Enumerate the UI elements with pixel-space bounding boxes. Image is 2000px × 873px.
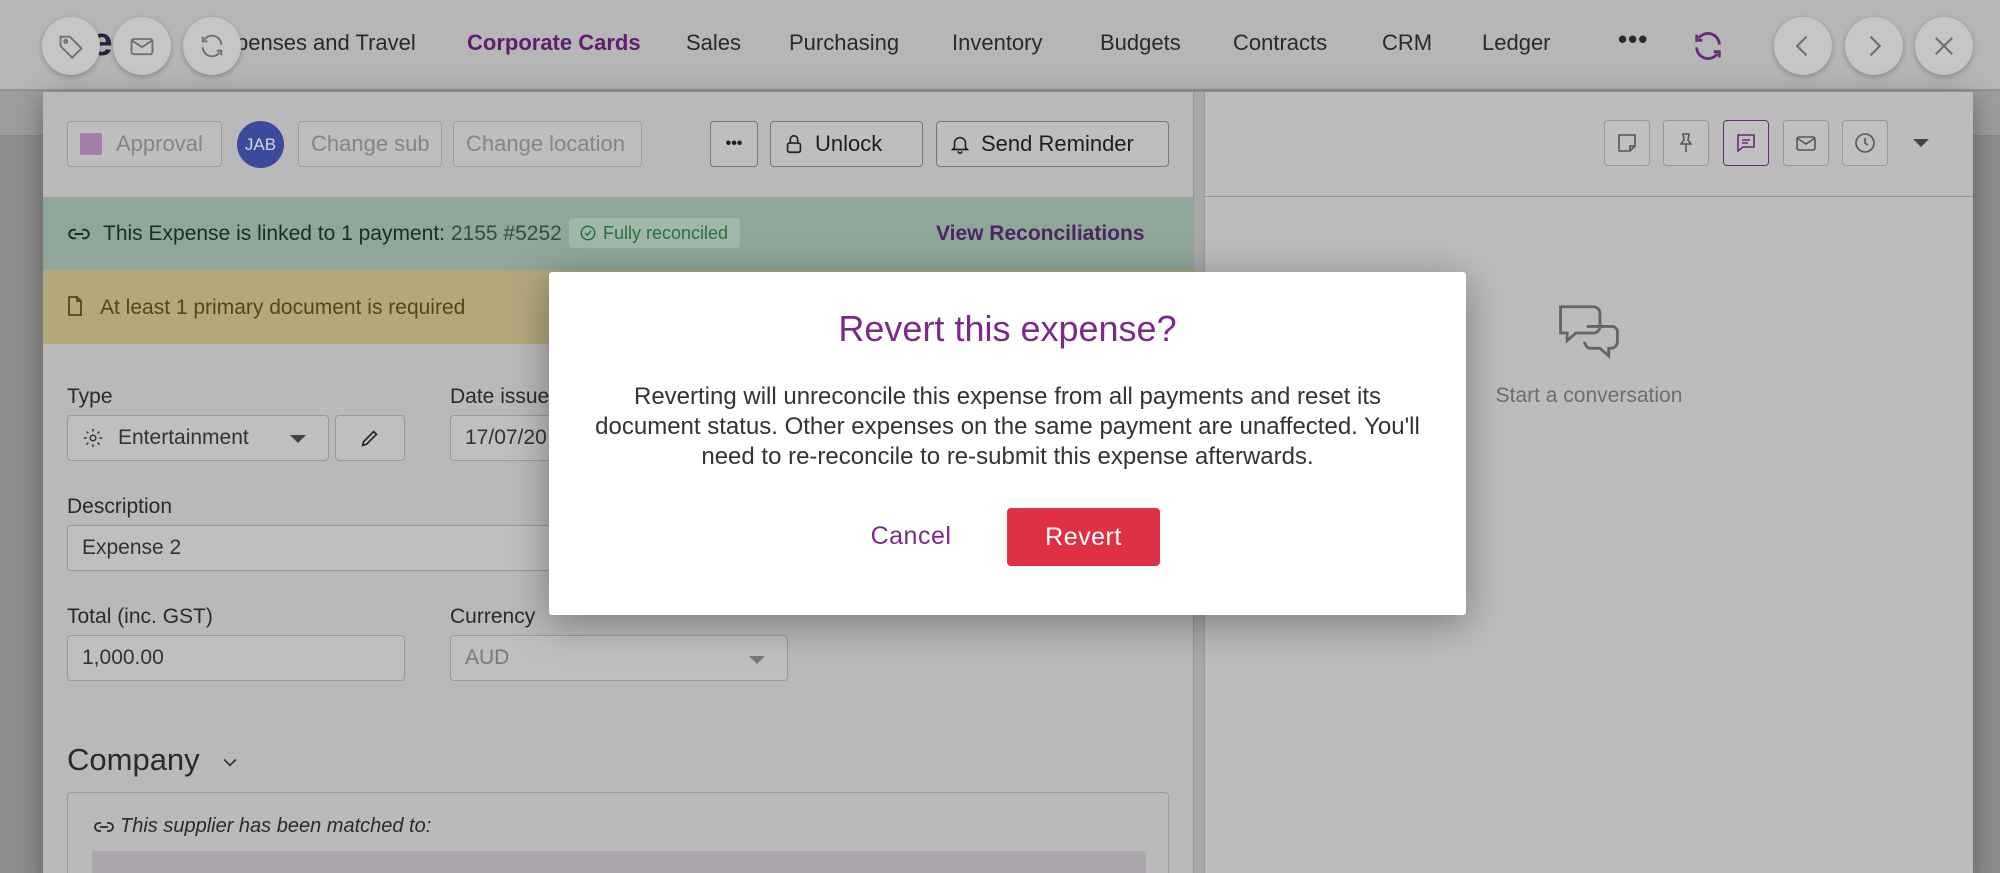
nav-item-corporate-cards[interactable]: Corporate Cards (467, 30, 641, 56)
nav-item-purchasing[interactable]: Purchasing (789, 30, 899, 56)
company-section-toggle[interactable]: Company (67, 742, 240, 778)
date-issued-label: Date issued (450, 385, 561, 408)
pane-divider-line (1205, 196, 1973, 197)
total-field[interactable]: 1,000.00 (67, 635, 405, 681)
bell-icon (950, 136, 970, 154)
view-reconciliations-link[interactable]: View Reconciliations (936, 222, 1145, 246)
gear-icon (83, 428, 103, 448)
nav-item-sales[interactable]: Sales (686, 30, 741, 56)
nav-item-crm[interactable]: CRM (1382, 30, 1432, 56)
lock-icon (786, 134, 802, 154)
document-icon (68, 296, 82, 316)
approval-button[interactable]: Approval (67, 121, 222, 167)
chevron-down-icon (749, 656, 765, 664)
cancel-button[interactable]: Cancel (855, 508, 967, 564)
sync-button[interactable] (183, 17, 241, 75)
pin-icon (1679, 133, 1693, 152)
refresh-icon[interactable] (1688, 26, 1728, 66)
approval-status-swatch (80, 133, 102, 155)
link-icon (68, 228, 90, 240)
sync-icon (201, 34, 223, 58)
chevron-down-icon (223, 758, 237, 767)
more-options-button[interactable]: ••• (710, 121, 758, 167)
conversation-icon (1559, 305, 1619, 360)
nav-item-expenses-travel[interactable]: penses and Travel (236, 30, 416, 56)
send-reminder-button[interactable]: Send Reminder (936, 121, 1169, 167)
payment-link-text: This Expense is linked to 1 payment: 215… (103, 222, 562, 246)
edit-type-button[interactable] (335, 415, 405, 461)
note-button[interactable] (1604, 120, 1650, 166)
dialog-title: Revert this expense? (838, 308, 1177, 349)
previous-button[interactable] (1774, 17, 1832, 75)
link-icon (94, 822, 114, 832)
type-select[interactable]: Entertainment (67, 415, 329, 461)
top-nav: de penses and Travel Corporate Cards Sal… (0, 0, 2000, 90)
history-button[interactable] (1842, 120, 1888, 166)
payment-link-banner: This Expense is linked to 1 payment: 215… (43, 198, 1193, 270)
mail-icon (1796, 136, 1816, 151)
revert-button[interactable]: Revert (1007, 508, 1160, 566)
type-label: Type (67, 385, 113, 408)
change-location-button[interactable]: Change location (453, 121, 642, 167)
company-heading: Company (67, 742, 200, 777)
chevron-left-icon (1795, 35, 1808, 57)
email-button[interactable] (113, 17, 171, 75)
document-required-text: At least 1 primary document is required (100, 296, 466, 319)
pin-button[interactable] (1663, 120, 1709, 166)
mail-icon (130, 38, 154, 56)
avatar[interactable]: JAB (237, 121, 284, 168)
chevron-right-icon (1869, 35, 1882, 57)
nav-item-budgets[interactable]: Budgets (1100, 30, 1181, 56)
close-button[interactable] (1915, 17, 1973, 75)
matched-supplier-card[interactable] (92, 851, 1146, 873)
nav-more-icon[interactable]: ••• (1618, 24, 1648, 55)
nav-item-ledger[interactable]: Ledger (1482, 30, 1551, 56)
panel-menu-chevron-icon[interactable] (1913, 139, 1929, 147)
comments-button[interactable] (1723, 120, 1769, 166)
revert-expense-dialog: Revert this expense? Reverting will unre… (549, 272, 1466, 615)
change-sub-button[interactable]: Change sub (298, 121, 442, 167)
status-badge-label: Fully reconciled (603, 223, 729, 243)
nav-item-contracts[interactable]: Contracts (1233, 30, 1327, 56)
send-reminder-label: Send Reminder (981, 131, 1134, 156)
clock-icon (1855, 133, 1875, 153)
sticky-note-icon (1618, 134, 1636, 152)
description-label: Description (67, 495, 173, 518)
currency-select[interactable]: AUD (450, 635, 788, 681)
type-value: Entertainment (118, 426, 249, 449)
comment-icon (1737, 134, 1755, 153)
tag-icon (59, 35, 83, 59)
description-field[interactable]: Expense 2 (67, 525, 587, 571)
unlock-button[interactable]: Unlock (770, 121, 923, 167)
expense-toolbar: Approval JAB Change sub Change location … (43, 92, 1193, 198)
close-icon (1935, 37, 1953, 55)
check-circle-icon (580, 225, 596, 241)
supplier-match-text: This supplier has been matched to: (120, 815, 432, 837)
payment-reference: 2155 #5252 (450, 222, 562, 245)
payment-link-message: This Expense is linked to 1 payment: (103, 222, 446, 245)
next-button[interactable] (1845, 17, 1903, 75)
dialog-message: Reverting will unreconcile this expense … (595, 383, 1420, 470)
nav-item-inventory[interactable]: Inventory (952, 30, 1043, 56)
supplier-match-box: This supplier has been matched to: (67, 792, 1169, 873)
total-label: Total (inc. GST) (67, 605, 213, 628)
approval-label: Approval (116, 131, 203, 156)
chevron-down-icon (290, 435, 306, 443)
tag-button[interactable] (42, 17, 100, 75)
email-tab-button[interactable] (1783, 120, 1829, 166)
currency-value: AUD (465, 646, 510, 669)
pencil-icon (361, 430, 378, 447)
unlock-label: Unlock (815, 131, 883, 156)
currency-label: Currency (450, 605, 536, 628)
status-badge: Fully reconciled (569, 218, 741, 248)
